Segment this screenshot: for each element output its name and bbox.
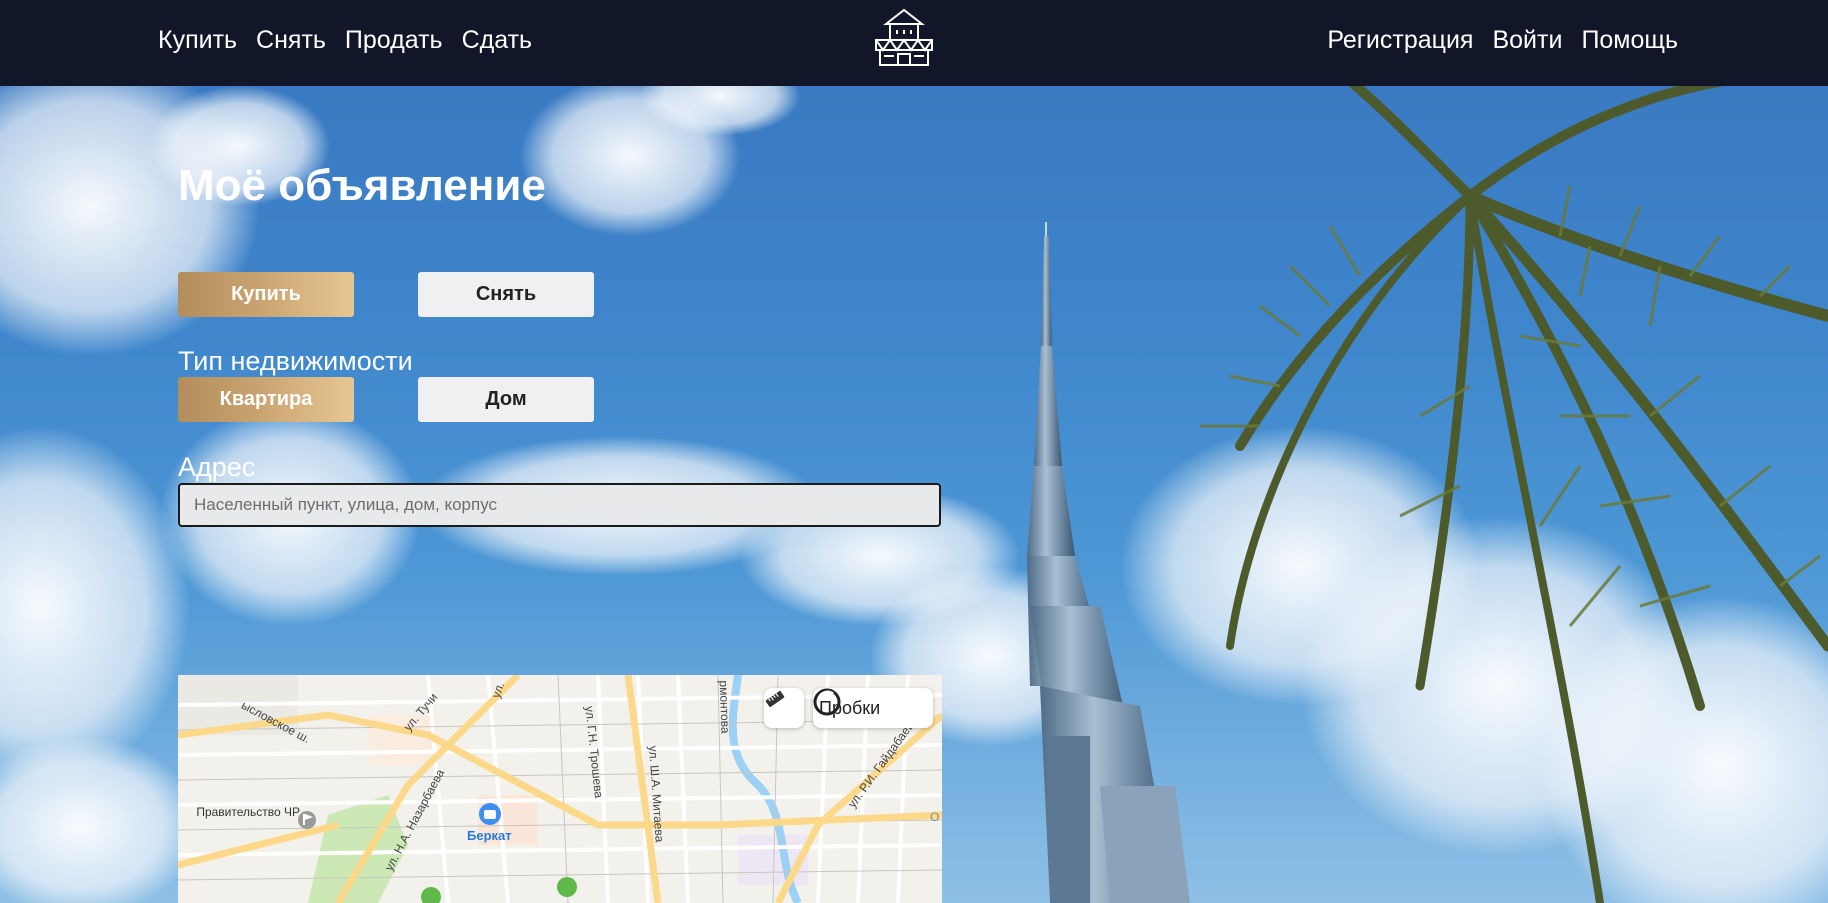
- page-title: Моё объявление: [178, 161, 546, 210]
- deal-buy-button[interactable]: Купить: [178, 272, 354, 317]
- nav-left: Купить Снять Продать Сдать: [158, 24, 532, 56]
- map-edge-label: О: [930, 810, 940, 824]
- property-flat-button[interactable]: Квартира: [178, 377, 354, 422]
- top-navbar: Купить Снять Продать Сдать Регистрация В…: [0, 0, 1828, 86]
- address-map[interactable]: ысловское ш. ул. Тучи ул. Г.Н. Трошева у…: [178, 675, 942, 903]
- map-place-berkat: Беркат: [467, 828, 512, 843]
- property-type-label: Тип недвижимости: [178, 346, 413, 376]
- nav-sell-link[interactable]: Продать: [345, 24, 443, 56]
- traffic-button[interactable]: Пробки: [813, 688, 933, 728]
- nav-rent-link[interactable]: Снять: [256, 24, 326, 56]
- property-house-button[interactable]: Дом: [418, 377, 594, 422]
- address-label: Адрес: [178, 452, 256, 482]
- map-street-label: рмонтова: [716, 680, 733, 734]
- house-shop-icon[interactable]: [872, 8, 936, 68]
- listing-form: Моё объявление Купить Снять Тип недвижим…: [0, 0, 1828, 903]
- ruler-icon[interactable]: [764, 688, 804, 728]
- nav-let-link[interactable]: Сдать: [462, 24, 532, 56]
- nav-right: Регистрация Войти Помощь: [1327, 24, 1678, 56]
- nav-register-link[interactable]: Регистрация: [1327, 24, 1473, 56]
- deal-rent-button[interactable]: Снять: [418, 272, 594, 317]
- address-input[interactable]: [178, 483, 941, 527]
- nav-login-link[interactable]: Войти: [1492, 24, 1562, 56]
- nav-help-link[interactable]: Помощь: [1581, 24, 1678, 56]
- nav-buy-link[interactable]: Купить: [158, 24, 237, 56]
- map-place-government: Правительство ЧР: [196, 805, 300, 819]
- traffic-light-icon: [813, 688, 841, 716]
